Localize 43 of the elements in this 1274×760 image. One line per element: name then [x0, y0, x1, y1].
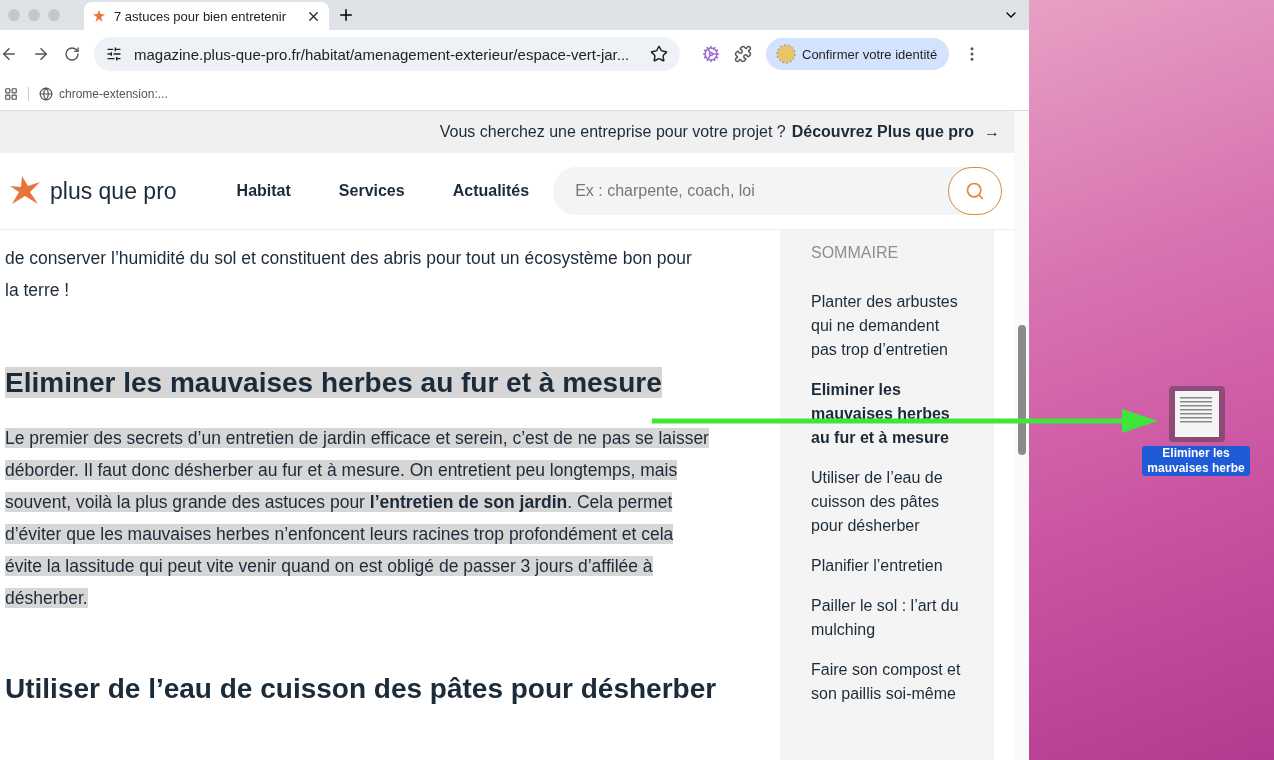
back-icon[interactable]	[0, 45, 18, 63]
arrow-icon: →	[984, 123, 1000, 141]
summary-link[interactable]: Planter des arbustes qui ne demandent pas trop d’entretien	[811, 290, 966, 362]
summary-title: SOMMAIRE	[811, 244, 900, 262]
minimize-window-dot[interactable]	[28, 9, 40, 21]
reload-icon[interactable]	[64, 46, 80, 62]
star-logo-icon	[92, 9, 106, 23]
globe-icon	[39, 87, 53, 101]
site-logo[interactable]: plus que pro	[8, 174, 177, 208]
browser-tab[interactable]: 7 astuces pour bien entretenir	[84, 2, 329, 30]
tab-title: 7 astuces pour bien entretenir	[114, 8, 287, 24]
forward-icon[interactable]	[32, 45, 50, 63]
banner-text: Vous cherchez une entreprise pour votre projet ?	[439, 123, 786, 141]
extension-gear-icon[interactable]	[702, 45, 720, 63]
bookmark-star-icon[interactable]	[650, 45, 668, 63]
file-name-label: Eliminer les mauvaises herbe	[1142, 446, 1250, 476]
summary-link[interactable]: Eliminer les mauvaises herbes au fur et à mesure	[811, 378, 966, 450]
banner-link[interactable]: Découvrez Plus que pro	[791, 123, 974, 141]
summary-link[interactable]: Faire son compost et son paillis soi-même	[811, 658, 966, 706]
nav-link[interactable]: Actualités	[452, 182, 530, 200]
summary-link[interactable]: Planifier l’entretien	[811, 554, 966, 578]
summary-link[interactable]: Pailler le sol : l’art du mulching	[811, 594, 966, 642]
profile-button[interactable]: Confirmer votre identité	[766, 38, 950, 70]
extensions-icon[interactable]	[734, 45, 752, 63]
close-window-dot[interactable]	[8, 9, 20, 21]
section-heading: Eliminer les mauvaises herbes au fur et à mesure	[5, 366, 663, 400]
summary-link[interactable]: Utiliser de l’eau de cuisson des pâtes pour désherber	[811, 466, 966, 538]
address-bar[interactable]: magazine.plus-que-pro.fr/habitat/amenagement-exterieur/espace-vert-jar...	[94, 37, 680, 71]
article-paragraph: de conserver l’humidité du sol et constituent des abris pour tout un écosystème bon pour la terre !	[5, 247, 693, 302]
nav-link[interactable]: Services	[338, 182, 405, 200]
article-paragraph: Le premier des secrets d’un entretien de jardin efficace et serein, c’est de ne pas se laisser déborder. Il faut donc désherber au fur et à mesure. On entretient peu longtemps, mais souvent, voilà la plus grande des astuces pour l’entretien de son jardin. Cela permet d’éviter que les mauvaises herbes n’enfoncent leurs racines trop profondément et cela évite la lassitude qui peut vite venir quand on est obligé de passer 3 jours d’affilée à désherber.	[5, 427, 710, 610]
scrollbar-thumb[interactable]	[1018, 325, 1026, 455]
avatar-icon	[776, 44, 796, 64]
document-icon[interactable]	[1169, 386, 1225, 442]
apps-icon[interactable]	[4, 87, 18, 101]
search-button[interactable]	[948, 167, 1002, 215]
bookmark-link[interactable]: chrome-extension:...	[39, 87, 168, 101]
section-heading: Utiliser de l’eau de cuisson des pâtes pour désherber	[5, 672, 718, 706]
new-tab-icon[interactable]	[337, 6, 355, 24]
zoom-window-dot[interactable]	[48, 9, 60, 21]
site-settings-icon[interactable]	[106, 46, 122, 62]
search-icon	[965, 181, 985, 201]
nav-link[interactable]: Habitat	[236, 182, 291, 200]
